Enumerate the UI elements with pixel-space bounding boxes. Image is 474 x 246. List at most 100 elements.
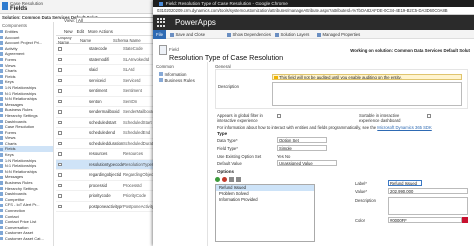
table-row[interactable]: serviceid ServiceId (56, 76, 155, 86)
row-checkbox[interactable] (58, 47, 62, 51)
app-name[interactable]: PowerApps (175, 18, 216, 27)
table-row[interactable]: statecode StateCode (56, 44, 155, 55)
table-row[interactable]: sendermailboxid SenderMailboxId (56, 107, 155, 118)
option-value-input[interactable]: 202,990,000 (388, 188, 468, 194)
add-option-icon[interactable] (215, 176, 220, 182)
use-existing-radios[interactable]: Yes No (277, 154, 290, 159)
tree-node-icon (0, 197, 4, 202)
page-icon (159, 2, 163, 6)
data-type-select[interactable]: Option Set (277, 137, 327, 143)
row-schema-name: ScheduledStart (123, 119, 152, 125)
option-color-label: Color (355, 218, 366, 223)
option-description-textarea[interactable] (388, 197, 468, 215)
option-color-input[interactable]: #0000FF (388, 217, 462, 223)
tree-node-icon (0, 108, 4, 112)
option-item[interactable]: Information Provided (216, 197, 314, 203)
row-checkbox[interactable] (58, 120, 62, 124)
row-schema-name: SLAInvokedId (123, 56, 150, 62)
description-textarea[interactable] (272, 82, 462, 106)
table-row[interactable]: scheduledstart ScheduledStart (56, 118, 155, 128)
row-checkbox[interactable] (58, 162, 62, 166)
audit-warning-text: This field will not be audited until you… (279, 75, 402, 80)
table-row[interactable]: statemodifi SLAInvokedId (56, 55, 155, 65)
default-value-select[interactable]: Unassigned Value (277, 160, 337, 166)
table-row[interactable]: resources Resources (56, 149, 155, 160)
general-box: This field will not be audited until you… (215, 69, 468, 109)
save-close-button[interactable]: Save and Close (170, 30, 205, 39)
new-button[interactable]: New (64, 29, 73, 34)
row-checkbox[interactable] (58, 194, 62, 198)
row-checkbox[interactable] (58, 89, 62, 93)
table-row[interactable]: resolutiontypecodeResolutionTypeCode (56, 159, 155, 170)
row-checkbox-cell (56, 99, 89, 103)
file-menu[interactable]: File (153, 30, 166, 39)
table-row[interactable]: sentiment Sentiment (56, 86, 155, 97)
audit-warning: This field will not be audited until you… (272, 74, 462, 80)
field-type-label: Field Type* (217, 146, 238, 151)
save-close-label: Save and Close (175, 32, 206, 37)
tree-node-icon (0, 181, 4, 185)
col-name[interactable]: Name (80, 38, 113, 43)
row-checkbox[interactable] (58, 131, 62, 135)
table-row[interactable]: regardingobjectid RegardingObjectId (56, 170, 155, 181)
address-bar[interactable]: 03102020209.crm.dynamics.com/tools/syste… (153, 7, 474, 15)
row-checkbox[interactable] (58, 99, 62, 103)
table-row[interactable]: postponeactivitypro PostponeActivity (56, 202, 155, 212)
field-icon (159, 45, 167, 55)
grid-rows: statecode StateCode statemodifi SLAInvokedI… (56, 44, 155, 212)
more-actions-button[interactable]: More Actions (88, 29, 113, 34)
color-swatch[interactable] (462, 217, 468, 223)
row-checkbox-cell (56, 57, 89, 61)
table-row[interactable]: slaid SLAId (56, 65, 155, 76)
appears-in-filter-checkbox[interactable] (277, 114, 281, 118)
solution-layers-button[interactable]: Solution Layers (275, 30, 309, 39)
row-checkbox[interactable] (58, 173, 62, 177)
working-on-solution: Working on solution: Common Data Service… (350, 48, 470, 53)
table-row[interactable]: scheduleddurationmiScheduledDuration (56, 139, 155, 149)
row-checkbox-cell (56, 68, 89, 72)
row-checkbox[interactable] (58, 110, 62, 114)
row-name: scheduledstart (89, 119, 117, 125)
row-checkbox[interactable] (58, 68, 62, 72)
nav-business-rules[interactable]: Business Rules (153, 77, 207, 83)
waffle-icon[interactable] (157, 18, 166, 27)
tree-node-icon (0, 169, 4, 174)
col-schema-name[interactable]: Schema Name (113, 38, 155, 43)
solution-layers-label: Solution Layers (280, 32, 310, 37)
table-row[interactable]: scheduledend ScheduledEnd (56, 128, 155, 139)
tree-item[interactable]: Customer Asset Cat... (0, 236, 53, 242)
row-checkbox[interactable] (58, 78, 62, 82)
row-name: slaid (89, 67, 98, 73)
show-dependencies-button[interactable]: Show Dependencies (227, 30, 271, 39)
description-label: Description (218, 84, 239, 89)
move-down-icon[interactable] (236, 176, 241, 182)
view-dropdown[interactable]: All (76, 17, 154, 23)
row-name: sentiment (89, 88, 108, 94)
col-display-name[interactable]: Display Name (56, 37, 80, 45)
move-up-icon[interactable] (229, 176, 234, 182)
delete-option-icon[interactable] (222, 176, 227, 182)
option-label-input[interactable]: Refund Issued (388, 180, 422, 186)
edit-button[interactable]: Edit (77, 29, 84, 34)
field-type-select[interactable]: Simple (277, 145, 327, 151)
row-checkbox-cell (56, 173, 89, 177)
tree-node-icon (0, 175, 4, 179)
dependencies-icon (227, 32, 231, 37)
table-row[interactable]: prioritycode PriorityCode (56, 191, 155, 202)
table-row[interactable]: processid ProcessId (56, 181, 155, 191)
sdk-info-text: For information about how to interact wi… (217, 125, 377, 130)
sdk-link[interactable]: Microsoft Dynamics 365 SDK (377, 125, 431, 130)
row-checkbox-cell (56, 141, 89, 145)
row-checkbox[interactable] (58, 141, 62, 145)
grid-toolbar: New Edit More Actions (56, 27, 155, 36)
field-editor-window: Field: Resolution Type of Case Resolutio… (153, 0, 474, 246)
row-checkbox[interactable] (58, 183, 62, 187)
managed-properties-button[interactable]: Managed Properties (317, 30, 360, 39)
tree-node-icon (0, 74, 4, 79)
tree-node-icon (0, 130, 4, 135)
row-checkbox[interactable] (58, 57, 62, 61)
row-checkbox[interactable] (58, 152, 62, 156)
row-checkbox[interactable] (58, 204, 62, 208)
table-row[interactable]: senton SentOn (56, 97, 155, 107)
sortable-checkbox[interactable] (427, 114, 431, 118)
